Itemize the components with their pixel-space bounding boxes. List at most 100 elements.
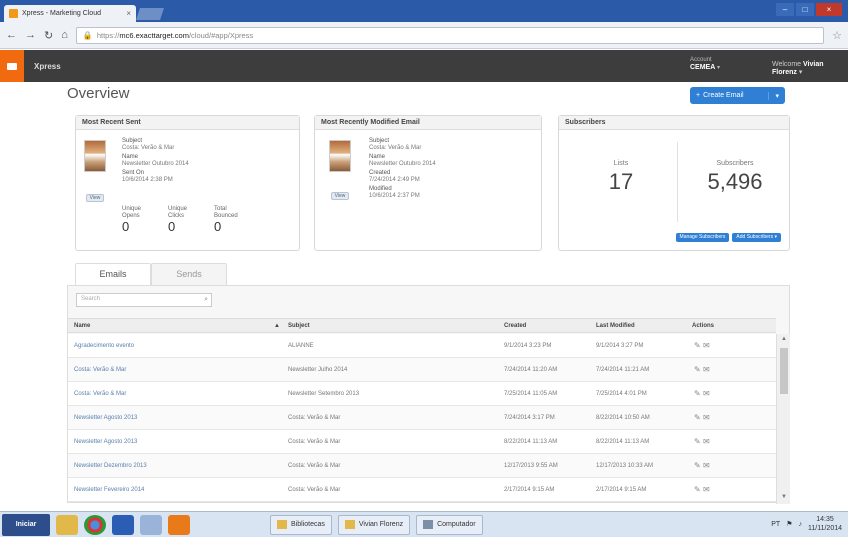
row-name[interactable]: Newsletter Agosto 2013 xyxy=(74,406,137,421)
row-name[interactable]: Costa: Verão & Mar xyxy=(74,358,126,373)
send-icon[interactable]: ✉ xyxy=(703,389,710,398)
row-name[interactable]: Newsletter Dezembro 2013 xyxy=(74,454,147,469)
column-created[interactable]: Created xyxy=(504,319,526,329)
language-indicator[interactable]: PT xyxy=(771,521,780,528)
maximize-icon[interactable]: □ xyxy=(796,3,814,16)
account-name: CEMEA xyxy=(690,64,716,71)
edit-icon[interactable]: ✎ xyxy=(694,389,701,398)
table-row[interactable]: Newsletter Dezembro 2013 Costa: Verão & … xyxy=(68,454,776,478)
app-header: Xpress Account CEMEA ▾ Welcome Vivian Fl… xyxy=(0,50,848,82)
edit-icon[interactable]: ✎ xyxy=(694,365,701,374)
stat-divider xyxy=(677,142,678,222)
page-title: Overview xyxy=(67,85,130,102)
bookmark-star-icon[interactable]: ☆ xyxy=(832,29,842,42)
row-created: 7/24/2014 11:20 AM xyxy=(504,367,558,373)
email-thumbnail[interactable] xyxy=(84,140,106,172)
sent-on-value: 10/6/2014 2:38 PM xyxy=(122,177,173,183)
app-icon[interactable] xyxy=(140,514,162,535)
start-button[interactable]: Iniciar xyxy=(2,513,50,536)
row-name[interactable]: Newsletter Agosto 2013 xyxy=(74,430,137,445)
row-modified: 2/17/2014 9:15 AM xyxy=(596,487,647,493)
back-icon[interactable]: ← xyxy=(6,29,17,41)
close-window-icon[interactable]: × xyxy=(816,3,842,16)
table-row[interactable]: Newsletter Agosto 2013 Costa: Verão & Ma… xyxy=(68,430,776,454)
column-last-modified[interactable]: Last Modified xyxy=(596,319,635,329)
lock-icon: 🔒 xyxy=(82,30,93,40)
table-row[interactable]: Costa: Verão & Mar Newsletter Julho 2014… xyxy=(68,358,776,382)
taskbar-user[interactable]: Vivian Florenz xyxy=(337,514,411,535)
chevron-down-icon[interactable]: ▾ xyxy=(768,91,785,100)
volume-icon[interactable]: ♪ xyxy=(799,521,803,528)
folder-icon[interactable] xyxy=(56,514,78,535)
search-icon[interactable]: ⌕ xyxy=(204,296,208,304)
sort-icon[interactable]: ▲ xyxy=(274,319,280,329)
forward-icon[interactable]: → xyxy=(25,29,36,41)
manage-subscribers-button[interactable]: Manage Subscribers xyxy=(675,233,730,242)
subscribers-stat[interactable]: Subscribers 5,496 xyxy=(681,146,789,226)
scroll-down-icon[interactable]: ▼ xyxy=(781,494,787,500)
row-name[interactable]: Costa: Verão & Mar xyxy=(74,382,126,397)
row-modified: 8/22/2014 11:13 AM xyxy=(596,439,650,445)
plus-icon: + xyxy=(696,92,701,99)
view-button[interactable]: View xyxy=(331,192,349,200)
row-subject: Costa: Verão & Mar xyxy=(288,487,341,493)
browser-tab[interactable]: Xpress - Marketing Cloud × xyxy=(4,5,136,22)
word-icon[interactable] xyxy=(112,514,134,535)
row-name[interactable]: Agradecimento evento xyxy=(74,334,134,349)
column-subject[interactable]: Subject xyxy=(288,319,310,329)
create-email-button[interactable]: + Create Email ▾ xyxy=(690,87,785,104)
table-row[interactable]: Newsletter Fevereiro 2014 Costa: Verão &… xyxy=(68,478,776,502)
table-row[interactable]: Agradecimento evento ALIANNE 9/1/2014 3:… xyxy=(68,334,776,358)
row-name[interactable]: Newsletter Fevereiro 2014 xyxy=(74,478,144,493)
new-tab-button[interactable] xyxy=(136,8,164,20)
app-logo-icon[interactable] xyxy=(0,50,24,82)
lists-stat[interactable]: Lists 17 xyxy=(567,146,675,226)
search-input[interactable]: Search ⌕ xyxy=(76,293,212,307)
table-row[interactable]: Newsletter Agosto 2013 Costa: Verão & Ma… xyxy=(68,406,776,430)
send-icon[interactable]: ✉ xyxy=(703,413,710,422)
taskbar-computer[interactable]: Computador xyxy=(416,514,483,535)
user-menu[interactable]: Welcome Vivian Florenz ▾ xyxy=(772,61,848,76)
url-input[interactable]: 🔒 https:// mc6.exacttarget.com /cloud/#a… xyxy=(75,26,825,44)
reload-icon[interactable]: ↻ xyxy=(44,29,53,42)
clock[interactable]: 14:35 11/11/2014 xyxy=(808,515,842,533)
column-name[interactable]: Name xyxy=(74,319,90,329)
view-button[interactable]: View xyxy=(86,194,104,202)
chrome-icon[interactable] xyxy=(84,514,106,535)
edit-icon[interactable]: ✎ xyxy=(694,437,701,446)
table-row[interactable]: Costa: Verão & Mar Newsletter Setembro 2… xyxy=(68,382,776,406)
favicon-icon xyxy=(9,9,18,18)
name-value: Newsletter Outubro 2014 xyxy=(369,161,436,167)
tab-emails[interactable]: Emails xyxy=(75,263,151,285)
scrollbar-thumb[interactable] xyxy=(780,348,788,394)
app-name[interactable]: Xpress xyxy=(34,62,61,71)
sent-on-label: Sent On xyxy=(122,170,145,176)
scroll-up-icon[interactable]: ▲ xyxy=(781,336,787,342)
minimize-icon[interactable]: – xyxy=(776,3,794,16)
tab-close-icon[interactable]: × xyxy=(126,9,131,18)
flag-icon[interactable]: ⚑ xyxy=(786,520,792,528)
account-switcher[interactable]: Account CEMEA ▾ xyxy=(690,56,720,72)
tab-sends[interactable]: Sends xyxy=(151,263,227,285)
send-icon[interactable]: ✉ xyxy=(703,485,710,494)
row-actions: ✎ ✉ xyxy=(694,358,710,374)
edit-icon[interactable]: ✎ xyxy=(694,461,701,470)
send-icon[interactable]: ✉ xyxy=(703,461,710,470)
edit-icon[interactable]: ✎ xyxy=(694,485,701,494)
unique-opens-stat: Unique Opens 0 xyxy=(122,206,148,234)
add-subscribers-button[interactable]: Add Subscribers ▾ xyxy=(732,233,781,242)
send-icon[interactable]: ✉ xyxy=(703,365,710,374)
home-icon[interactable]: ⌂ xyxy=(61,29,68,41)
edit-icon[interactable]: ✎ xyxy=(694,341,701,350)
send-icon[interactable]: ✉ xyxy=(703,437,710,446)
subscribers-card: Subscribers Lists 17 Subscribers 5,496 M… xyxy=(558,115,790,251)
edit-icon[interactable]: ✎ xyxy=(694,413,701,422)
unique-clicks-value: 0 xyxy=(168,219,176,234)
taskbar-libraries[interactable]: Bibliotecas xyxy=(270,514,332,535)
table-scrollbar[interactable]: ▲ ▼ xyxy=(776,334,790,504)
email-thumbnail[interactable] xyxy=(329,140,351,172)
outlook-icon[interactable] xyxy=(168,514,190,535)
row-modified: 9/1/2014 3:27 PM xyxy=(596,343,644,349)
send-icon[interactable]: ✉ xyxy=(703,341,710,350)
row-actions: ✎ ✉ xyxy=(694,454,710,470)
